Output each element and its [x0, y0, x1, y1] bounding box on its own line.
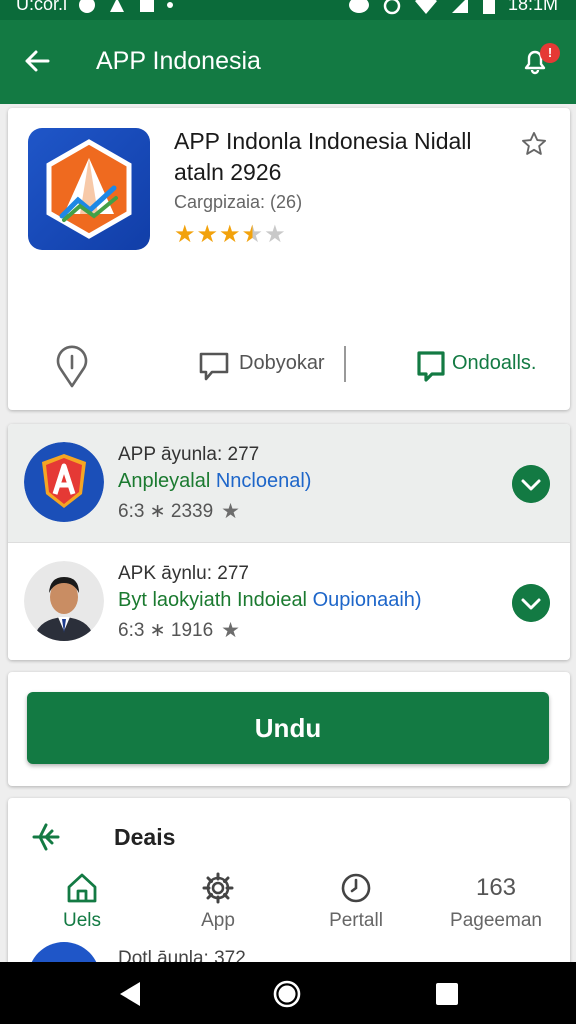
system-nav-bar [0, 962, 576, 1024]
item-stats: 6:3 ∗ 1916 ★ [118, 618, 240, 643]
alarm-icon [383, 0, 401, 14]
download-status-icon [140, 0, 155, 12]
tab-page-count[interactable]: 163 Pageeman [426, 870, 566, 932]
deals-tabs: Uels App Pertall 163 Pageeman [8, 870, 570, 934]
item-subtitle-main: Byt laokyiath Indoieal [118, 589, 308, 611]
location-pin-icon[interactable] [52, 344, 92, 388]
messenger-icon [348, 0, 369, 13]
divider [344, 346, 346, 382]
network-icon [110, 0, 125, 12]
app-actions: Dobyokar Ondoalls. [8, 338, 570, 394]
app-avatar [24, 442, 104, 522]
home-icon [67, 873, 97, 903]
section-title: Deais [114, 824, 176, 850]
person-portrait-icon [24, 561, 104, 641]
back-arrow-icon[interactable] [22, 46, 52, 76]
status-bar: U:cor.i 18:1M [0, 0, 576, 20]
item-name: APP āyunla: 277 [118, 444, 260, 465]
tab-label: Pertall [329, 910, 383, 931]
star-outline-icon[interactable] [520, 130, 548, 158]
notification-badge: ! [540, 43, 560, 63]
item-subtitle-accent: Nncloenal) [215, 470, 312, 492]
half-star-icon: ★ [241, 221, 264, 248]
chevron-down-icon[interactable] [512, 465, 550, 503]
app-detail-card: APP Indonla Indonesia Nidall ataln 2926 … [8, 108, 570, 410]
deals-card: Deais Uels App Pertall 163 Pageeman Dotl… [8, 798, 570, 1014]
battery-icon [482, 0, 495, 14]
shield-logo-icon [24, 442, 104, 522]
tab-history[interactable]: Pertall [286, 870, 426, 932]
empty-star-icon: ★ [264, 221, 286, 248]
item-subtitle-accent: Oupionaaih) [312, 589, 422, 611]
chevron-down-icon[interactable] [512, 584, 550, 622]
app-logo [28, 128, 150, 250]
gear-icon [202, 872, 234, 904]
page-title: APP Indonesia [96, 47, 261, 75]
list-item[interactable]: APK āynlu: 277 Byt laokyiath Indoieal Ou… [8, 542, 570, 660]
item-stat: 6:3 ∗ 2339 [118, 501, 214, 522]
install-button[interactable]: Undu [27, 692, 549, 764]
clock-time: 18:1M [507, 0, 558, 14]
sparkle-icon [32, 823, 60, 851]
comment-icon[interactable] [198, 350, 230, 382]
item-subtitle-main: Anpleyalal [118, 470, 211, 492]
star-icon: ★ [174, 221, 196, 248]
item-stats: 6:3 ∗ 2339 ★ [118, 499, 240, 524]
tab-label: Uels [62, 910, 101, 931]
star-icon: ★ [221, 500, 240, 523]
sync-icon [79, 0, 96, 13]
app-title: APP Indonla Indonesia Nidall ataln 2926 [174, 128, 472, 185]
item-name: APK āynlu: 277 [118, 563, 249, 584]
app-category: Cargpizaia: (26) [174, 192, 303, 212]
nav-recents-icon[interactable] [432, 979, 462, 1009]
notification-dot [167, 1, 174, 8]
star-icon: ★ [221, 619, 240, 642]
carrier-label: U:cor.i [16, 0, 68, 14]
tab-app[interactable]: App [148, 870, 288, 932]
item-subtitle: Anpleyalal Nncloenal) [118, 470, 311, 493]
app-rating: ★ ★ ★ ★ ★ [174, 222, 286, 248]
signal-icon [451, 0, 468, 13]
nav-back-icon[interactable] [115, 979, 145, 1009]
related-apps-list: APP āyunla: 277 Anpleyalal Nncloenal) 6:… [8, 424, 570, 660]
primary-action-card: Undu [8, 672, 570, 786]
page-count: 163 [475, 874, 517, 901]
star-icon: ★ [219, 221, 241, 248]
tab-home[interactable]: Uels [12, 870, 152, 932]
app-logo-graphic [46, 139, 132, 239]
star-icon: ★ [196, 221, 219, 248]
comments-button[interactable]: Dobyokar [239, 352, 325, 375]
download-button[interactable]: Ondoalls. [452, 352, 537, 375]
wifi-icon [414, 0, 437, 14]
item-subtitle: Byt laokyiath Indoieal Oupionaaih) [118, 589, 422, 612]
tab-label: App [201, 910, 235, 931]
item-stat: 6:3 ∗ 1916 [118, 620, 214, 641]
clock-icon [341, 873, 371, 903]
download-box-icon[interactable] [416, 350, 446, 382]
tab-label: Pageeman [450, 910, 542, 931]
list-item[interactable]: APP āyunla: 277 Anpleyalal Nncloenal) 6:… [8, 424, 570, 542]
app-bar: APP Indonesia ! [0, 20, 576, 104]
user-avatar [24, 561, 104, 641]
nav-home-icon[interactable] [272, 979, 302, 1009]
